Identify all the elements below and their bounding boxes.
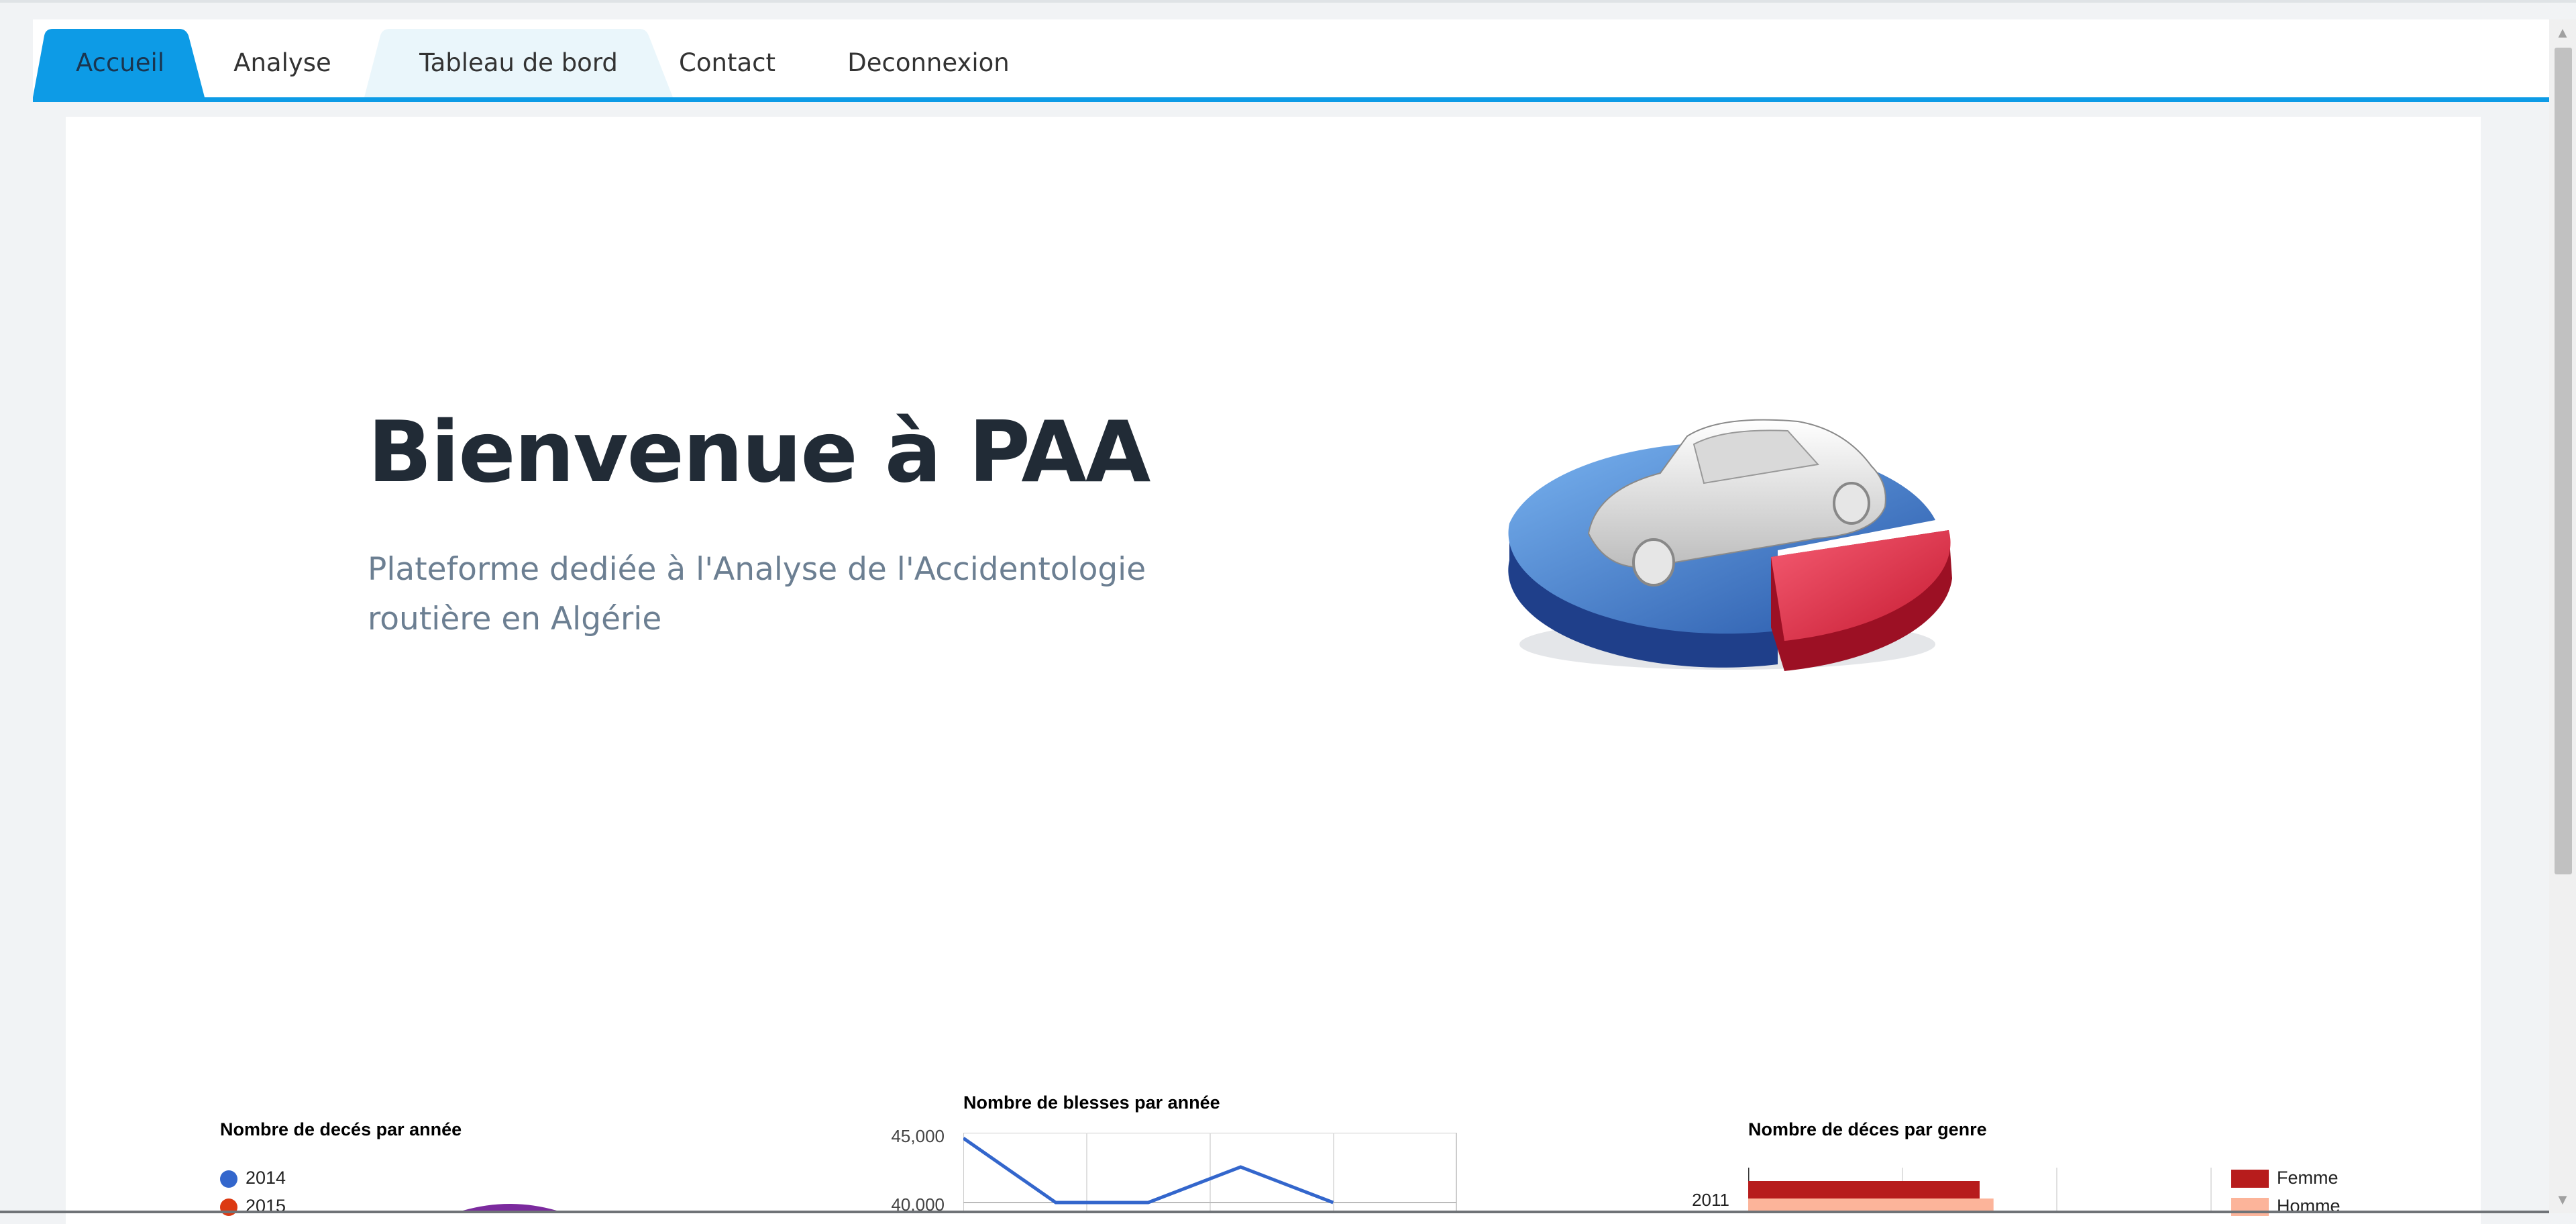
main-content <box>66 117 2481 1224</box>
window-top-border <box>0 0 2576 3</box>
category-label: 2011 <box>1692 1190 1729 1210</box>
line-chart <box>963 1133 1457 1213</box>
tab-label: Analyse <box>233 48 331 77</box>
legend-item-2014: 2014 <box>220 1168 286 1188</box>
tab-accueil[interactable]: Accueil <box>33 29 207 97</box>
tab-contact[interactable]: Contact <box>657 29 798 97</box>
legend-label: Femme <box>2277 1168 2339 1188</box>
tab-analyse[interactable]: Analyse <box>211 29 354 97</box>
y-tick-label: 45,000 <box>891 1126 945 1146</box>
scroll-down-icon[interactable]: ▼ <box>2549 1186 2576 1213</box>
legend-color-swatch <box>220 1170 237 1188</box>
scrollbar-thumb[interactable] <box>2555 48 2572 874</box>
tab-deconnexion[interactable]: Deconnexion <box>818 29 1039 97</box>
page-title: Bienvenue à PAA <box>368 403 1150 501</box>
page-subtitle: Plateforme dediée à l'Analyse de l'Accid… <box>368 551 1146 638</box>
legend-color-swatch <box>2231 1170 2269 1188</box>
tab-label: Tableau de bord <box>419 48 618 77</box>
chart-title-blesses-par-annee: Nombre de blesses par année <box>963 1092 1220 1113</box>
car-pie-chart-icon <box>1508 419 1952 671</box>
legend-item-2015: 2015 <box>220 1196 286 1217</box>
tab-label: Contact <box>679 48 775 77</box>
tab-label: Deconnexion <box>847 48 1010 77</box>
tab-tableau-de-bord[interactable]: Tableau de bord <box>364 29 673 97</box>
legend-label: 2014 <box>246 1168 286 1188</box>
legend-item-femme: Femme <box>2231 1168 2339 1188</box>
legend-item-homme: Homme <box>2231 1196 2341 1217</box>
scroll-up-icon[interactable]: ▲ <box>2549 19 2576 46</box>
bar-chart <box>1748 1168 2212 1211</box>
window-bottom-border <box>0 1211 2549 1213</box>
legend-color-swatch <box>2231 1198 2269 1217</box>
bar-femme-2011 <box>1748 1181 1980 1198</box>
pie-slice <box>463 1204 557 1211</box>
bar-homme-2011 <box>1748 1198 1994 1211</box>
vertical-scrollbar[interactable]: ▲ ▼ <box>2549 19 2576 1213</box>
tab-label: Accueil <box>75 48 165 77</box>
chart-title-deces-par-genre: Nombre de déces par genre <box>1748 1119 1987 1139</box>
chart-title-deces-par-annee: Nombre de decés par année <box>220 1119 462 1139</box>
pie-chart <box>463 1204 557 1211</box>
line-series <box>963 1137 1334 1205</box>
main-nav: Accueil Analyse Tableau de bord Contact … <box>33 19 2549 102</box>
